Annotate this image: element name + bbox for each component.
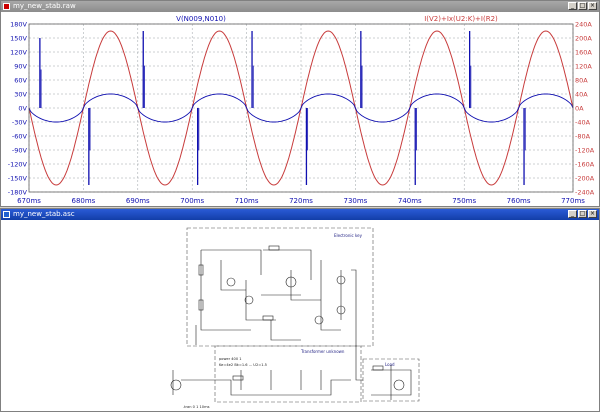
y-right-tick-label: -200A — [575, 175, 595, 183]
note-line-1: power 400 1 — [219, 357, 242, 361]
y-left-tick-label: 150V — [10, 35, 27, 43]
y-right-tick-label: 160A — [575, 49, 592, 57]
transformer-block — [214, 345, 362, 403]
waveform-app-icon — [3, 3, 10, 10]
note-line-3: .tran 0 1 10ms — [183, 405, 210, 409]
y-left-tick-label: 60V — [14, 77, 27, 85]
y-right-tick-label: -120A — [575, 147, 595, 155]
x-tick-label: 690ms — [126, 197, 150, 205]
schematic-window-title: my_new_stab.asc — [13, 210, 75, 218]
y-right-tick-label: -40A — [575, 119, 591, 127]
x-tick-label: 710ms — [235, 197, 259, 205]
note-line-2: Ke=4e2 Bk=1.6 ... U2=1.5 — [219, 363, 267, 367]
x-tick-label: 700ms — [180, 197, 204, 205]
y-right-tick-label: 40A — [575, 91, 588, 99]
y-right-tick-label: 240A — [575, 21, 592, 29]
y-left-tick-label: -60V — [12, 133, 28, 141]
x-tick-label: 750ms — [452, 197, 476, 205]
x-tick-label: 730ms — [343, 197, 367, 205]
y-right-tick-label: -240A — [575, 189, 595, 197]
waveform-plot[interactable]: V(N009,N010) I(V2)+Ix(U2:K)+I(R2) 670ms 6… — [1, 12, 599, 206]
waveform-window[interactable]: my_new_stab.raw _ □ × V(N009,N010) I(V2)… — [0, 0, 600, 207]
electronic-key-block — [186, 227, 374, 347]
x-tick-label: 770ms — [561, 197, 585, 205]
minimize-button[interactable]: _ — [568, 210, 577, 218]
trace-left-label[interactable]: V(N009,N010) — [176, 15, 226, 23]
trace-right-label[interactable]: I(V2)+Ix(U2:K)+I(R2) — [424, 15, 498, 23]
schematic-app-icon — [3, 211, 10, 218]
y-left-tick-label: -90V — [12, 147, 28, 155]
minimize-button[interactable]: _ — [568, 2, 577, 10]
schematic-wires — [172, 249, 412, 400]
y-left-tick-label: 120V — [10, 49, 27, 57]
x-tick-label: 740ms — [398, 197, 422, 205]
y-right-tick-label: 80A — [575, 77, 588, 85]
axis-ticks: 670ms 680ms 690ms 700ms 710ms 720ms 730ms 740ms… — [8, 21, 595, 206]
y-left-tick-label: 0V — [18, 105, 27, 113]
schematic-canvas[interactable]: Electronic key Transformer unknown Load … — [1, 220, 599, 411]
y-left-tick-label: 30V — [14, 91, 27, 99]
y-right-tick-label: 120A — [575, 63, 592, 71]
y-right-tick-label: 0A — [575, 105, 584, 113]
close-button[interactable]: × — [588, 2, 597, 10]
maximize-button[interactable]: □ — [578, 2, 587, 10]
electronic-key-label: Electronic key — [334, 233, 363, 238]
x-tick-label: 680ms — [71, 197, 95, 205]
x-tick-label: 760ms — [507, 197, 531, 205]
y-left-tick-label: 180V — [10, 21, 27, 29]
schematic-window-titlebar[interactable]: my_new_stab.asc _ □ × — [1, 209, 599, 220]
x-tick-label: 720ms — [289, 197, 313, 205]
y-right-tick-label: 200A — [575, 35, 592, 43]
waveform-window-title: my_new_stab.raw — [13, 2, 76, 10]
maximize-button[interactable]: □ — [578, 210, 587, 218]
load-label: Load — [385, 362, 395, 367]
x-tick-label: 670ms — [17, 197, 41, 205]
y-right-tick-label: -80A — [575, 133, 591, 141]
schematic-components — [170, 245, 405, 391]
y-left-tick-label: -120V — [8, 161, 28, 169]
y-left-tick-label: -150V — [8, 175, 28, 183]
y-right-tick-label: -160A — [575, 161, 595, 169]
transformer-label: Transformer unknown — [300, 349, 345, 354]
y-left-tick-label: -30V — [12, 119, 28, 127]
y-left-tick-label: 90V — [14, 63, 27, 71]
schematic-window[interactable]: my_new_stab.asc _ □ × Electronic key Tra… — [0, 208, 600, 412]
close-button[interactable]: × — [588, 210, 597, 218]
waveform-window-titlebar[interactable]: my_new_stab.raw _ □ × — [1, 1, 599, 12]
y-left-tick-label: -180V — [8, 189, 28, 197]
